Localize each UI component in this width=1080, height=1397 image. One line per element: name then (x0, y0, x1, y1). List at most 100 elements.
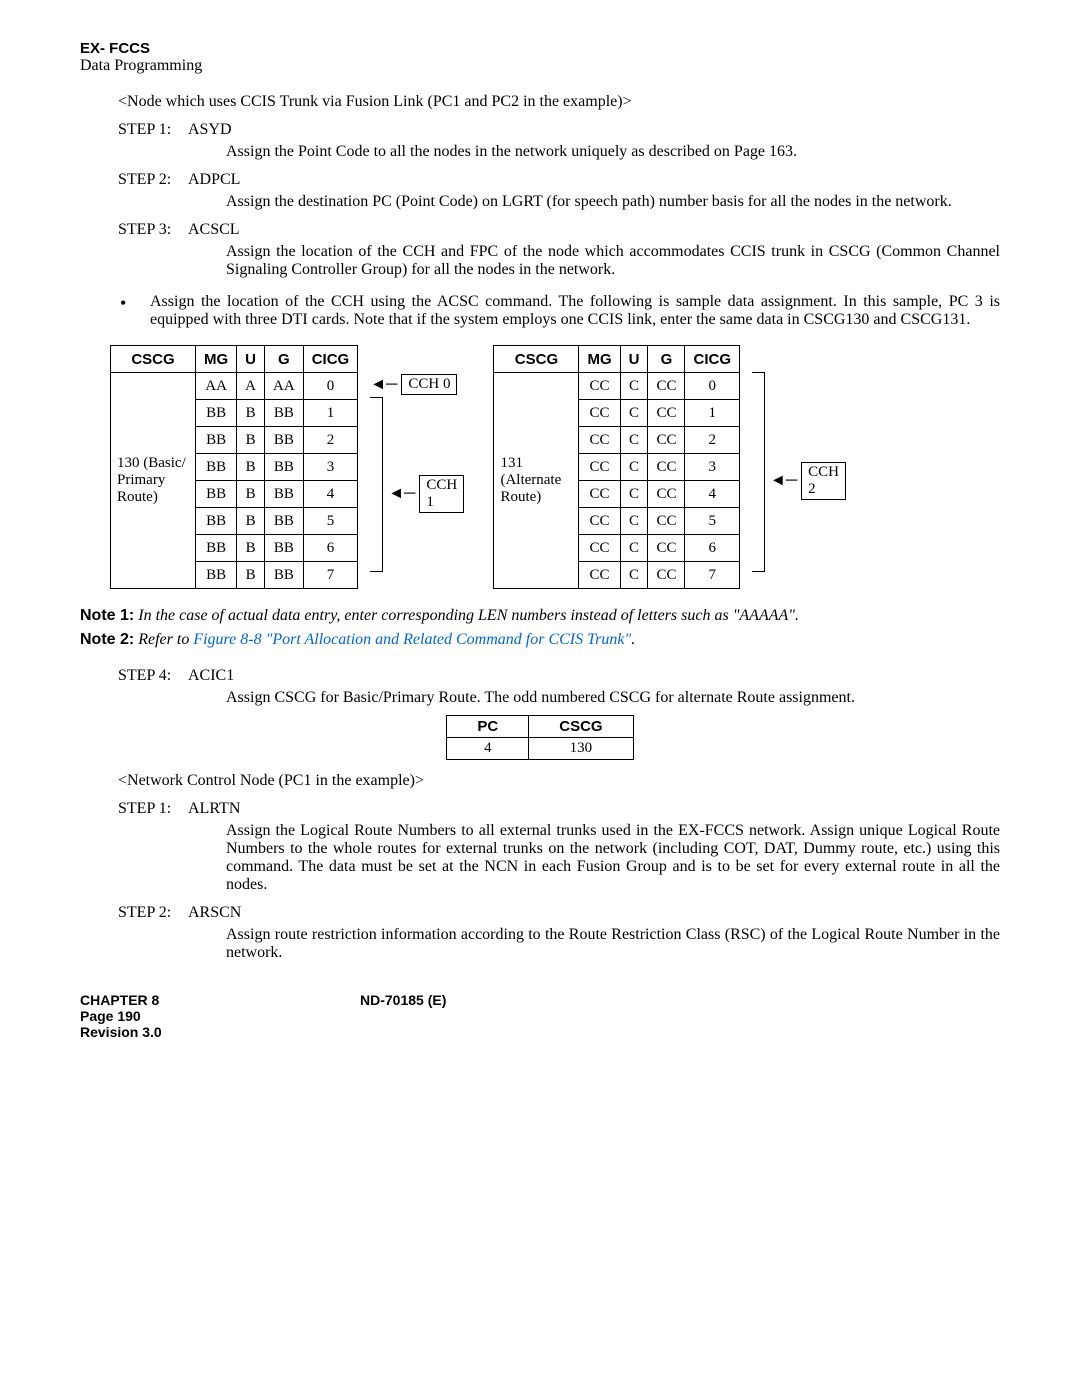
step-label: STEP 2: (118, 904, 188, 922)
step-label: STEP 4: (118, 667, 188, 685)
cell: BB (265, 454, 304, 481)
cell: 1 (303, 400, 358, 427)
rowhead-right: 131 (Alternate Route) (494, 373, 579, 589)
cell: 5 (685, 508, 740, 535)
cell: 7 (685, 562, 740, 589)
cch0-label: CCH 0 (401, 374, 457, 395)
th-pc: PC (447, 716, 529, 738)
footer-chapter: CHAPTER 8 (80, 992, 360, 1008)
cell: CC (579, 535, 620, 562)
th-cicg: CICG (685, 346, 740, 373)
arrow-left-icon: ◄─ (766, 472, 801, 490)
cell: CC (579, 454, 620, 481)
cscg-table-left: CSCG MG U G CICG 130 (Basic/ Primary Rou… (110, 345, 358, 589)
cell: C (620, 481, 648, 508)
th-cscg: CSCG (111, 346, 196, 373)
step-label: STEP 1: (118, 121, 188, 139)
cell: BB (265, 400, 304, 427)
cell: BB (196, 400, 237, 427)
page-footer: CHAPTER 8 Page 190 Revision 3.0 ND-70185… (80, 992, 1000, 1040)
cell: AA (196, 373, 237, 400)
step-label: STEP 3: (118, 221, 188, 239)
section-ncn-label: <Network Control Node (PC1 in the exampl… (118, 772, 1000, 790)
th-mg: MG (196, 346, 237, 373)
cch1-label: CCH 1 (419, 475, 464, 513)
step-command: ASYD (188, 121, 1000, 139)
step-body: Assign the Point Code to all the nodes i… (226, 143, 1000, 161)
cell: AA (265, 373, 304, 400)
cell: C (620, 373, 648, 400)
cell: BB (265, 508, 304, 535)
th-mg: MG (579, 346, 620, 373)
cell: C (620, 562, 648, 589)
step-command: ACSCL (188, 221, 1000, 239)
cell: B (237, 427, 265, 454)
step-body: Assign the Logical Route Numbers to all … (226, 822, 1000, 894)
cell: 3 (685, 454, 740, 481)
cell: C (620, 400, 648, 427)
bullet-text: Assign the location of the CCH using the… (150, 293, 1000, 329)
cell: B (237, 400, 265, 427)
footer-revision: Revision 3.0 (80, 1024, 360, 1040)
note-label: Note 2: (80, 631, 134, 648)
th-cscg: CSCG (494, 346, 579, 373)
cell: CC (648, 535, 685, 562)
step-body: Assign route restriction information acc… (226, 926, 1000, 962)
step-command: ADPCL (188, 171, 1000, 189)
cell: CC (579, 481, 620, 508)
cell: B (237, 508, 265, 535)
cscg-table-right: CSCG MG U G CICG 131 (Alternate Route) C… (493, 345, 740, 589)
cch2-label: CCH 2 (801, 462, 846, 500)
cell: CC (648, 373, 685, 400)
cell: BB (265, 481, 304, 508)
cell: CC (648, 508, 685, 535)
cell: 7 (303, 562, 358, 589)
step-body: Assign CSCG for Basic/Primary Route. The… (226, 689, 1000, 707)
cell: 2 (303, 427, 358, 454)
cell: B (237, 535, 265, 562)
cell: 3 (303, 454, 358, 481)
arrow-left-icon: ◄─ (366, 376, 401, 394)
cell: BB (196, 427, 237, 454)
cell: BB (196, 535, 237, 562)
cell: 1 (685, 400, 740, 427)
cell: BB (196, 454, 237, 481)
th-u: U (237, 346, 265, 373)
cell: C (620, 508, 648, 535)
th-u: U (620, 346, 648, 373)
arrow-left-icon: ◄─ (384, 485, 419, 503)
cell: B (237, 562, 265, 589)
cell: A (237, 373, 265, 400)
doc-header-subtitle: Data Programming (80, 57, 1000, 75)
footer-page: Page 190 (80, 1008, 360, 1024)
figure-link[interactable]: Figure 8-8 "Port Allocation and Related … (193, 631, 631, 648)
step-label: STEP 1: (118, 800, 188, 818)
cell: CC (579, 508, 620, 535)
step-body: Assign the destination PC (Point Code) o… (226, 193, 1000, 211)
note-text: In the case of actual data entry, enter … (138, 607, 799, 624)
cell: B (237, 481, 265, 508)
th-g: G (648, 346, 685, 373)
cell: 4 (447, 738, 529, 760)
cell: BB (196, 562, 237, 589)
th-cscg: CSCG (529, 716, 633, 738)
step-body: Assign the location of the CCH and FPC o… (226, 243, 1000, 279)
cell: 130 (529, 738, 633, 760)
doc-header-title: EX- FCCS (80, 40, 1000, 57)
cell: 5 (303, 508, 358, 535)
cscg-tables-wrap: CSCG MG U G CICG 130 (Basic/ Primary Rou… (110, 345, 1000, 589)
cell: 6 (685, 535, 740, 562)
cell: CC (648, 400, 685, 427)
pc-cscg-table: PC CSCG 4 130 (446, 715, 633, 760)
step-command: ALRTN (188, 800, 1000, 818)
section-node-label: <Node which uses CCIS Trunk via Fusion L… (118, 93, 1000, 111)
cell: BB (265, 562, 304, 589)
cell: CC (579, 400, 620, 427)
cell: CC (648, 427, 685, 454)
rowhead-left: 130 (Basic/ Primary Route) (111, 373, 196, 589)
cell: BB (196, 481, 237, 508)
cell: 4 (685, 481, 740, 508)
cell: BB (265, 427, 304, 454)
bullet-icon: • (120, 293, 150, 329)
left-annotations: ◄─ CCH 0 ◄─ CCH 1 (366, 345, 457, 572)
